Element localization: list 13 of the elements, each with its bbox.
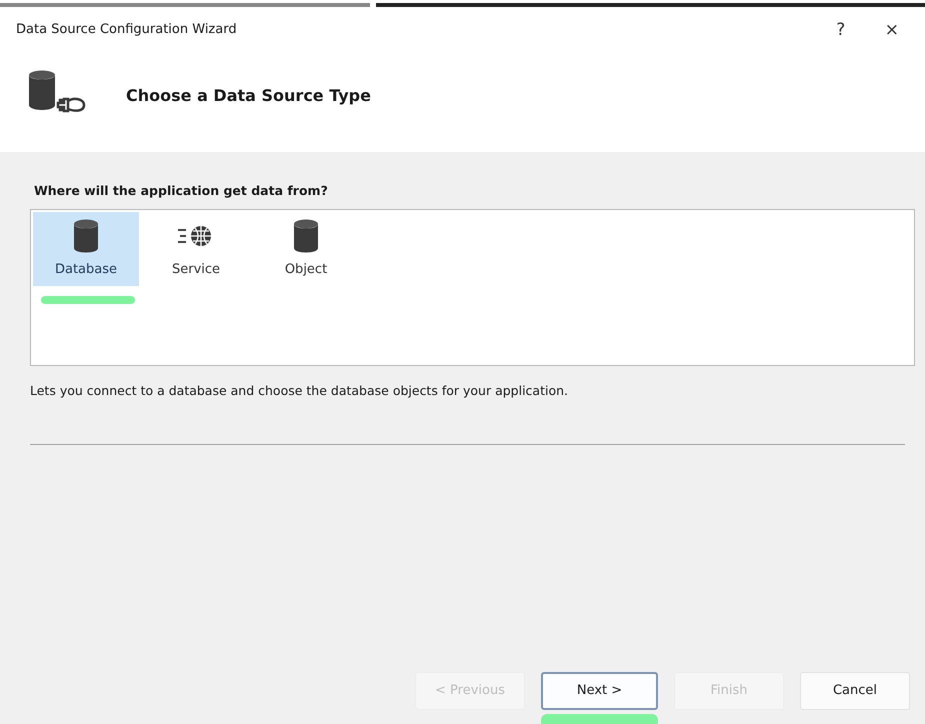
page-heading: Choose a Data Source Type xyxy=(126,85,371,107)
description-text: Lets you connect to a database and choose the database objects for your application. xyxy=(30,382,569,400)
database-icon xyxy=(293,218,319,254)
window-title: Data Source Configuration Wizard xyxy=(16,21,237,40)
source-option[interactable]: Object xyxy=(253,212,359,286)
help-button[interactable]: ? xyxy=(826,22,856,38)
source-option[interactable]: Database xyxy=(33,212,139,286)
source-option[interactable]: Service xyxy=(143,212,249,286)
wizard-button[interactable]: Cancel xyxy=(800,672,910,710)
database-icon xyxy=(73,218,99,254)
close-button[interactable]: × xyxy=(874,22,909,38)
question-label: Where will the application get data from? xyxy=(34,182,329,200)
wizard-button[interactable]: Next > xyxy=(541,672,658,710)
